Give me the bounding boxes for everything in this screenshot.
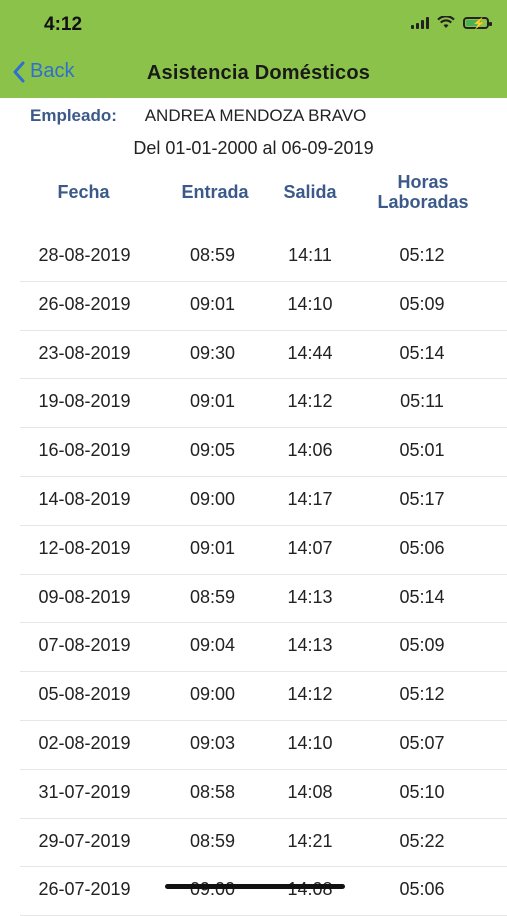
date-cell: 02-08-2019 <box>38 732 131 753</box>
table-row[interactable]: 09-08-2019 08:59 14:13 05:14 <box>20 575 507 624</box>
column-header-salida: Salida <box>283 182 337 202</box>
table-row[interactable]: 31-07-2019 08:58 14:08 05:10 <box>20 770 507 819</box>
salida-cell: 14:08 <box>287 879 333 900</box>
horas-cell: 05:10 <box>399 781 445 802</box>
entrada-cell: 09:05 <box>189 440 236 461</box>
date-cell: 07-08-2019 <box>38 635 131 656</box>
entrada-cell: 09:03 <box>189 732 236 753</box>
salida-cell: 14:06 <box>287 440 333 461</box>
entrada-cell: 09:01 <box>189 391 236 412</box>
horas-cell: 05:14 <box>399 342 445 363</box>
entrada-cell: 09:30 <box>189 342 236 363</box>
salida-cell: 14:44 <box>287 342 333 363</box>
horas-cell: 05:17 <box>399 488 445 509</box>
column-header-entrada: Entrada <box>181 182 249 202</box>
horas-cell: 05:22 <box>399 830 445 851</box>
salida-cell: 14:13 <box>287 635 333 656</box>
entrada-cell: 09:01 <box>189 293 236 314</box>
date-cell: 28-08-2019 <box>38 245 131 265</box>
table-row[interactable]: 28-08-2019 08:59 14:11 05:12 <box>20 233 507 282</box>
date-cell: 29-07-2019 <box>38 830 131 851</box>
entrada-cell: 09:00 <box>189 879 236 900</box>
employee-name: ANDREA MENDOZA BRAVO <box>144 106 367 125</box>
salida-cell: 14:08 <box>287 781 333 802</box>
salida-cell: 14:21 <box>287 830 333 851</box>
table-row[interactable]: 23-08-2019 09:30 14:44 05:14 <box>20 331 507 380</box>
table-row[interactable]: 16-08-2019 09:05 14:06 05:01 <box>20 428 507 477</box>
entrada-cell: 09:00 <box>189 488 236 509</box>
date-cell: 23-08-2019 <box>38 342 131 363</box>
date-cell: 14-08-2019 <box>38 488 131 509</box>
column-header-fecha: Fecha <box>57 182 110 202</box>
employee-label: Empleado: <box>30 106 117 125</box>
entrada-cell: 08:59 <box>189 245 236 265</box>
horas-cell: 05:12 <box>399 245 445 265</box>
home-indicator <box>165 884 345 889</box>
app-header: 4:12 ⚡ Back Asistencia Domésticos <box>0 0 507 98</box>
horas-cell: 05:06 <box>399 879 445 900</box>
column-header-horas-line2: Laboradas <box>377 192 469 212</box>
entrada-cell: 08:59 <box>189 586 236 607</box>
date-cell: 09-08-2019 <box>38 586 131 607</box>
horas-cell: 05:06 <box>399 537 445 558</box>
salida-cell: 14:10 <box>287 732 333 753</box>
entrada-cell: 08:59 <box>189 830 236 851</box>
date-range: Del 01-01-2000 al 06-09-2019 <box>133 138 374 158</box>
attendance-table: 28-08-2019 08:59 14:11 05:12 26-08-2019 09:01… <box>0 233 507 916</box>
horas-cell: 05:07 <box>399 732 445 753</box>
horas-cell: 05:09 <box>399 293 445 314</box>
cellular-signal-icon <box>411 16 429 29</box>
salida-cell: 14:17 <box>287 488 333 509</box>
salida-cell: 14:07 <box>287 537 333 558</box>
horas-cell: 05:01 <box>399 440 445 461</box>
page-title: Asistencia Domésticos <box>146 62 371 84</box>
table-row[interactable]: 14-08-2019 09:00 14:17 05:17 <box>20 477 507 526</box>
table-row[interactable]: 26-08-2019 09:01 14:10 05:09 <box>20 282 507 331</box>
table-row[interactable]: 02-08-2019 09:03 14:10 05:07 <box>20 721 507 770</box>
wifi-icon <box>437 16 455 28</box>
date-cell: 12-08-2019 <box>38 537 131 558</box>
table-row[interactable]: 12-08-2019 09:01 14:07 05:06 <box>20 526 507 575</box>
salida-cell: 14:11 <box>288 245 332 265</box>
horas-cell: 05:12 <box>399 684 445 705</box>
date-cell: 26-08-2019 <box>38 293 131 314</box>
employee-row: Empleado: ANDREA MENDOZA BRAVO <box>30 106 366 126</box>
salida-cell: 14:13 <box>287 586 333 607</box>
date-cell: 31-07-2019 <box>38 781 131 802</box>
date-cell: 26-07-2019 <box>38 879 131 900</box>
column-header-horas-line1: Horas <box>397 172 449 192</box>
table-row[interactable]: 19-08-2019 09:01 14:12 05:11 <box>20 379 507 429</box>
status-time: 4:12 <box>44 14 83 35</box>
date-cell: 05-08-2019 <box>38 684 131 705</box>
date-cell: 16-08-2019 <box>38 440 131 461</box>
horas-cell: 05:11 <box>400 391 444 412</box>
battery-icon: ⚡ <box>463 16 492 30</box>
horas-cell: 05:14 <box>399 586 445 607</box>
salida-cell: 14:10 <box>287 293 333 314</box>
entrada-cell: 09:04 <box>189 635 236 656</box>
horas-cell: 05:09 <box>399 635 445 656</box>
status-icons: ⚡ <box>411 16 492 30</box>
entrada-cell: 09:01 <box>189 537 236 558</box>
salida-cell: 14:12 <box>287 684 333 705</box>
column-header-horas: Horas Laboradas <box>363 172 483 212</box>
date-cell: 19-08-2019 <box>38 391 131 412</box>
entrada-cell: 08:58 <box>189 781 236 802</box>
table-row[interactable]: 29-07-2019 08:59 14:21 05:22 <box>20 819 507 868</box>
table-row[interactable]: 07-08-2019 09:04 14:13 05:09 <box>20 623 507 673</box>
salida-cell: 14:12 <box>287 391 333 412</box>
table-row[interactable]: 05-08-2019 09:00 14:12 05:12 <box>20 672 507 721</box>
table-row[interactable]: 26-07-2019 09:00 14:08 05:06 <box>20 867 507 916</box>
entrada-cell: 09:00 <box>189 684 236 705</box>
